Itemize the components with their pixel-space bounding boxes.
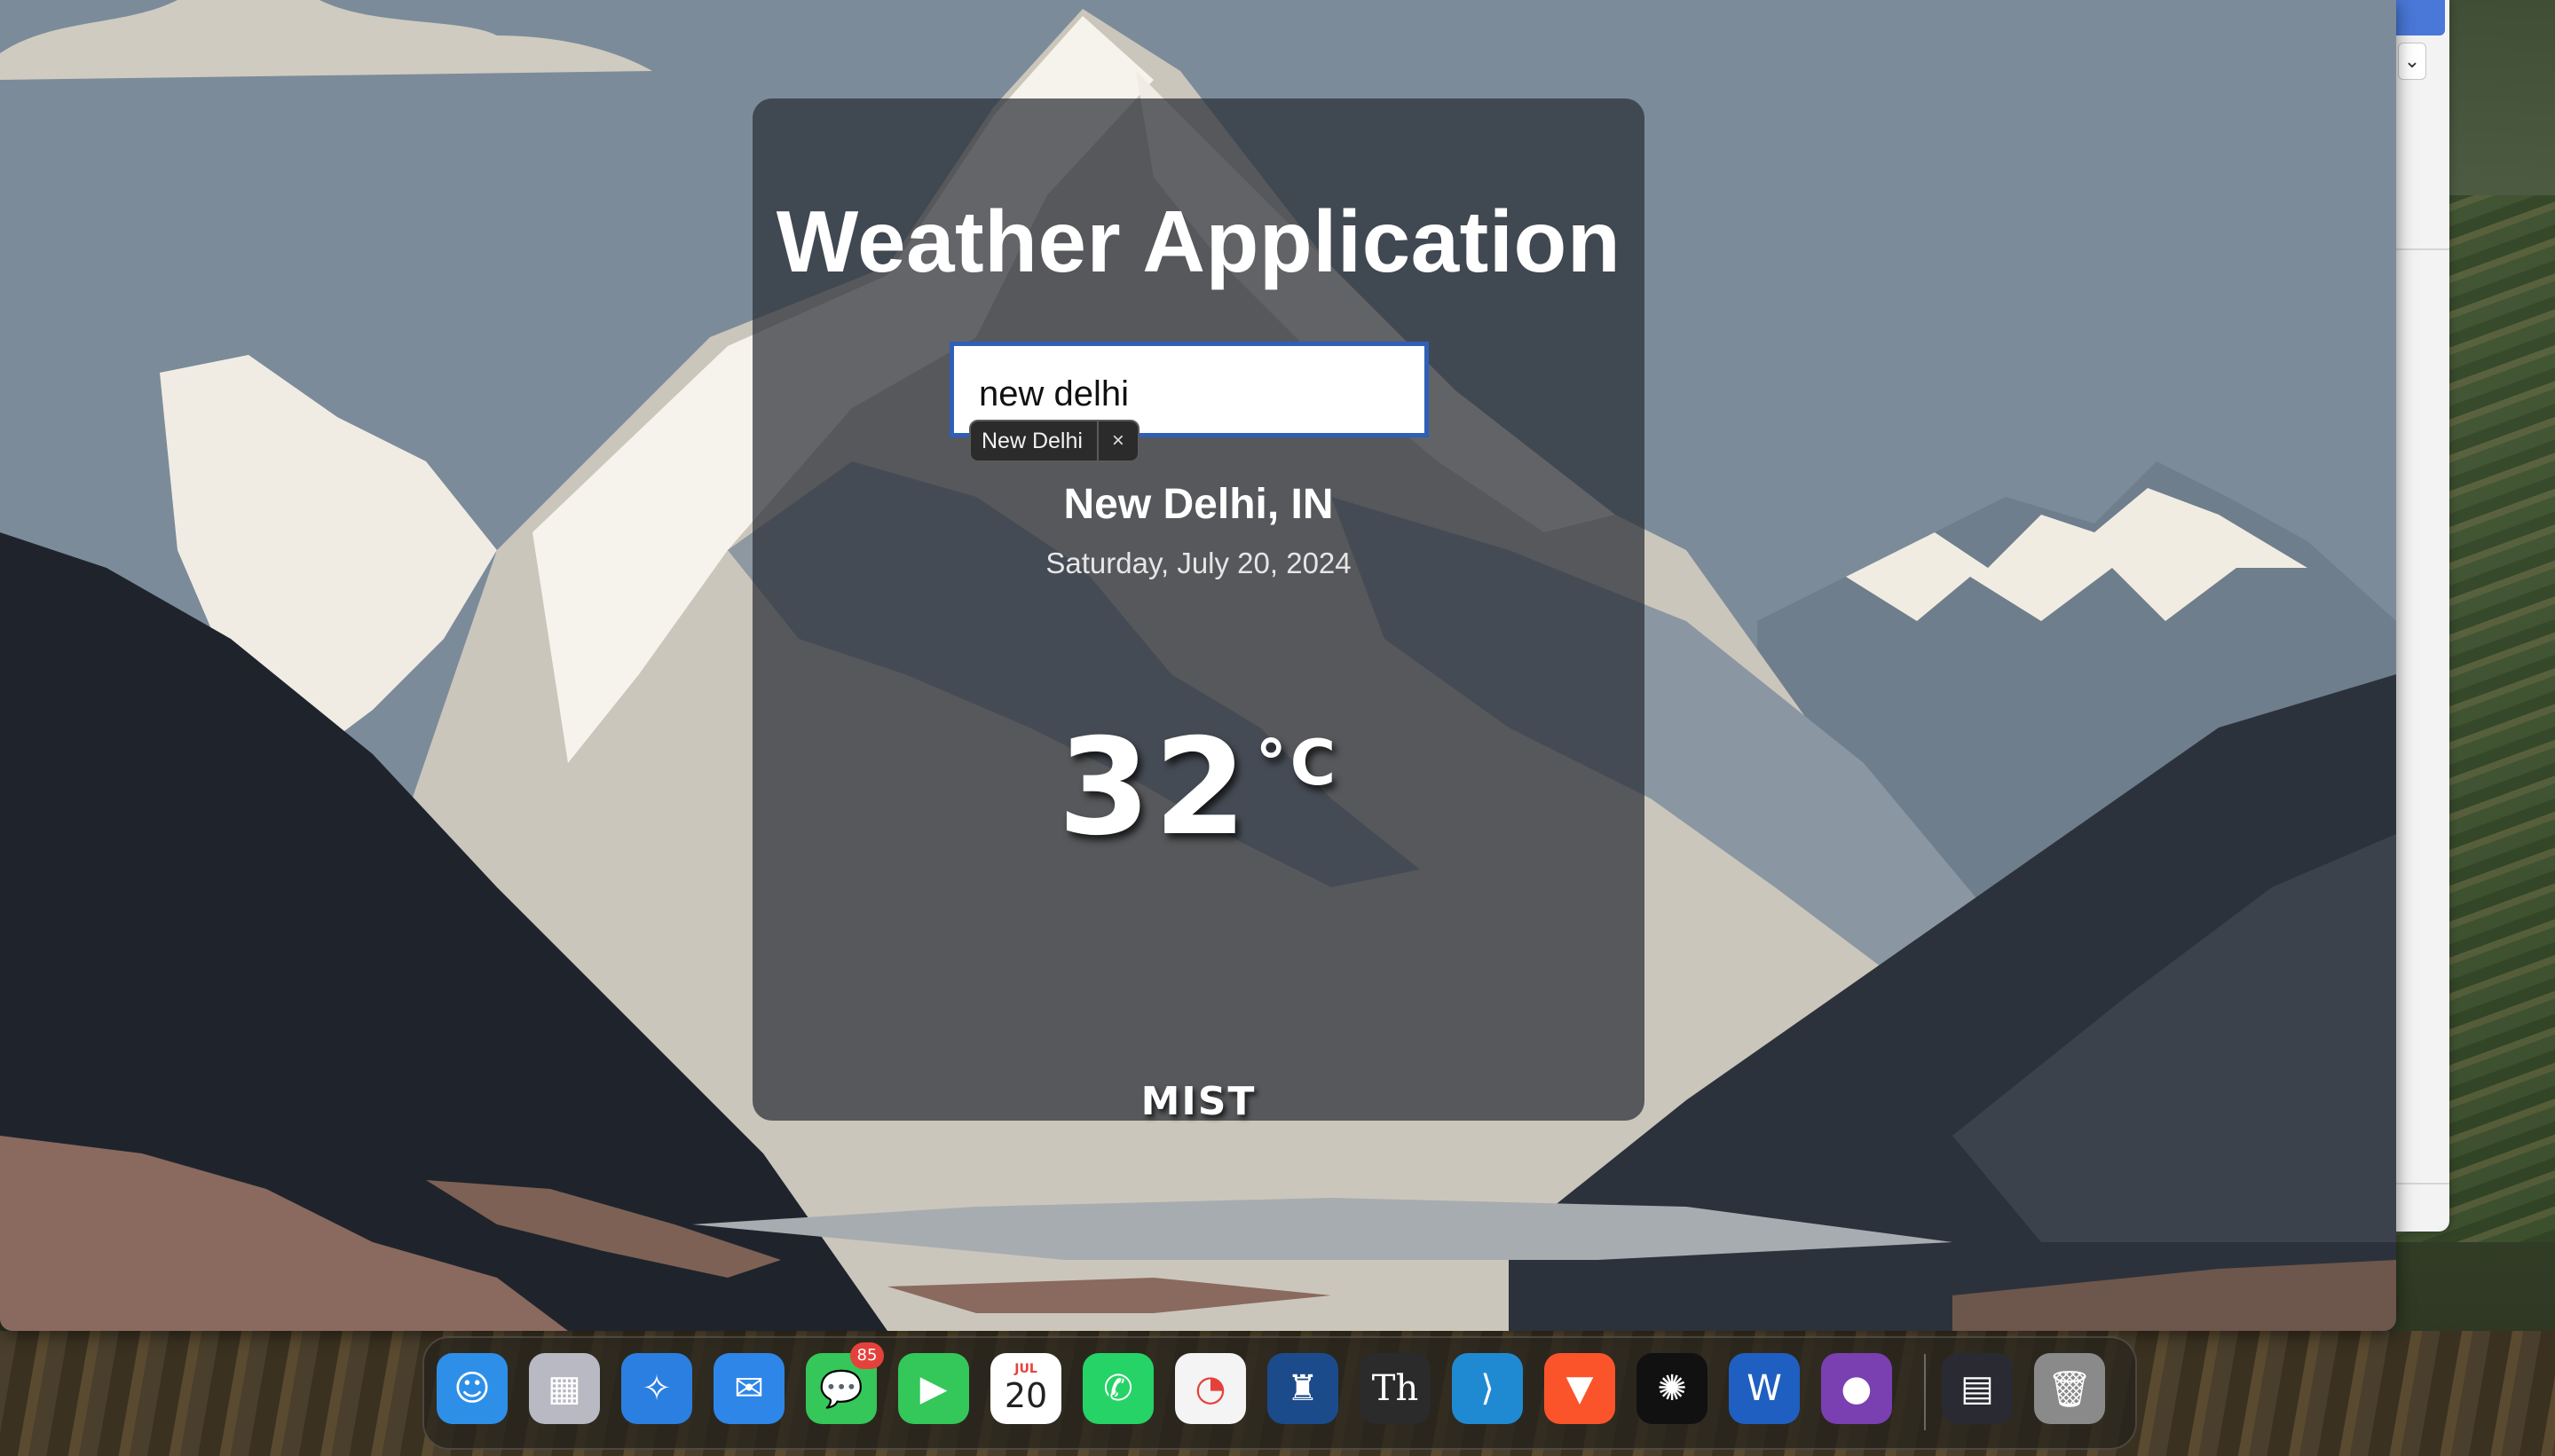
dock-finder[interactable]: ☺ (437, 1353, 508, 1424)
weather-condition: MIST (1140, 1079, 1257, 1124)
dock-separator (1924, 1354, 1926, 1430)
dock-github-desktop[interactable]: ● (1821, 1353, 1892, 1424)
messages-icon: 💬 (819, 1368, 863, 1410)
trash-icon: 🗑 (2046, 1368, 2093, 1410)
vscode-icon: ⟩ (1480, 1368, 1494, 1409)
dock-whatsapp[interactable]: ✆ (1083, 1353, 1154, 1424)
temperature-unit: °C (1255, 727, 1340, 799)
weather-card: Weather Application New Delhi × New Delh… (753, 98, 1644, 1124)
chatgpt-icon: ✺ (1657, 1368, 1687, 1409)
dock-kindle[interactable]: ♜ (1267, 1353, 1338, 1424)
dock-messages[interactable]: 💬 85 (806, 1342, 884, 1424)
github-icon: ● (1841, 1368, 1873, 1409)
dock-trash[interactable]: 🗑 (2034, 1353, 2105, 1424)
divider (2387, 248, 2449, 250)
thesaurus-icon: Th (1371, 1368, 1419, 1409)
autofill-suggestion[interactable]: New Delhi × (969, 420, 1139, 462)
dock-calendar[interactable]: JUL 20 (990, 1353, 1061, 1424)
dock-vscode[interactable]: ⟩ (1452, 1353, 1523, 1424)
autofill-suggestion-label[interactable]: New Delhi (971, 421, 1099, 460)
calendar-month: JUL (1014, 1362, 1037, 1376)
safari-icon: ✧ (642, 1368, 672, 1409)
background-window-toolbar[interactable] (2396, 0, 2445, 35)
current-date: Saturday, July 20, 2024 (1045, 547, 1352, 579)
dock-word[interactable]: W (1729, 1353, 1800, 1424)
dock-safari[interactable]: ✧ (621, 1353, 692, 1424)
dock: ☺ ▦ ✧ ✉ 💬 85 ▶ JUL 20 ✆ ◔ ♜ Th ⟩ ▼ ✺ W ● ▤ 🗑 (422, 1336, 2137, 1450)
temperature: 32°C (753, 711, 1644, 865)
city-name: New Delhi, IN (1063, 481, 1334, 528)
close-icon[interactable]: × (1099, 429, 1138, 453)
facetime-icon: ▶ (919, 1368, 948, 1409)
divider (2387, 1183, 2449, 1184)
dock-window-preview[interactable]: ▤ (1942, 1353, 2013, 1424)
finder-icon: ☺ (453, 1368, 491, 1409)
page-title: Weather Application (776, 193, 1621, 290)
background-window[interactable]: ⌄ (2387, 0, 2449, 1232)
dock-brave[interactable]: ▼ (1544, 1353, 1615, 1424)
window-preview-icon: ▤ (1960, 1368, 1994, 1409)
notification-badge: 85 (850, 1342, 884, 1369)
dock-facetime[interactable]: ▶ (898, 1353, 969, 1424)
timer-icon: ◔ (1195, 1368, 1226, 1409)
brave-icon: ▼ (1565, 1368, 1594, 1409)
dock-chatgpt[interactable]: ✺ (1636, 1353, 1707, 1424)
launchpad-icon: ▦ (548, 1368, 581, 1409)
dock-mail[interactable]: ✉ (714, 1353, 785, 1424)
dock-screen-time[interactable]: ◔ (1175, 1353, 1246, 1424)
calendar-icon: 20 (1004, 1376, 1048, 1415)
chevron-down-icon[interactable]: ⌄ (2398, 43, 2426, 80)
dock-launchpad[interactable]: ▦ (529, 1353, 600, 1424)
word-icon: W (1747, 1368, 1782, 1409)
dock-thesaurus[interactable]: Th (1360, 1353, 1431, 1424)
browser-viewport: Weather Application New Delhi × New Delh… (0, 0, 2396, 1331)
whatsapp-icon: ✆ (1103, 1368, 1133, 1409)
temperature-value: 32 (1057, 711, 1250, 865)
kindle-icon: ♜ (1287, 1368, 1319, 1409)
mail-icon: ✉ (734, 1368, 764, 1409)
